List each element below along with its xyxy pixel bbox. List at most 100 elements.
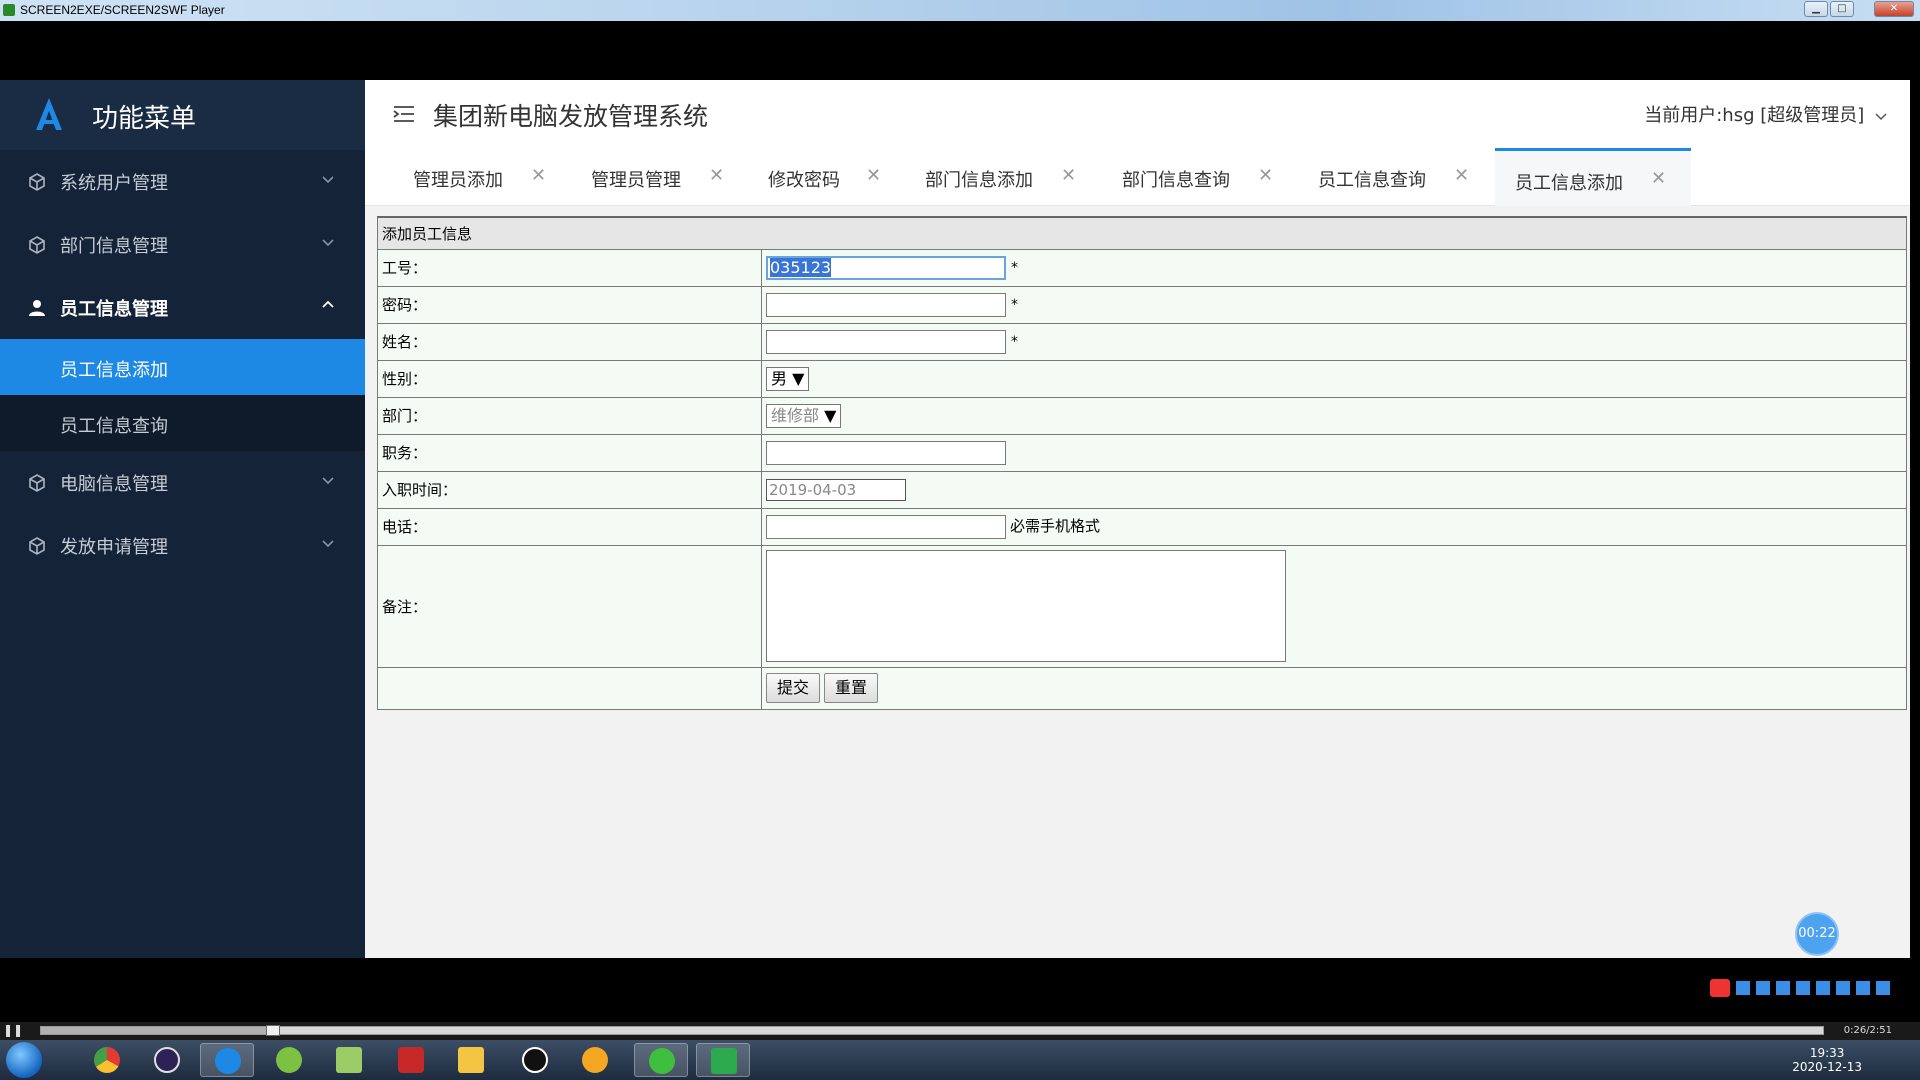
close-icon[interactable]: ✕	[1651, 168, 1666, 189]
name-input[interactable]	[766, 329, 1006, 354]
sidebar-item-computers[interactable]: 电脑信息管理	[0, 451, 365, 514]
audio-taskbar-icon[interactable]	[568, 1043, 622, 1077]
dropdown-arrow-icon: ▼	[824, 405, 837, 425]
tab-admin-manage[interactable]: 管理员管理 ✕	[591, 148, 741, 206]
seek-progress	[41, 1027, 273, 1034]
phone-label: 电话：	[377, 507, 762, 546]
close-icon[interactable]: ✕	[1454, 165, 1469, 186]
close-icon[interactable]: ✕	[531, 165, 546, 186]
chrome-taskbar-icon[interactable]	[80, 1043, 134, 1077]
sidebar-brand: 功能菜单	[0, 80, 365, 150]
sidebar-item-label: 发放申请管理	[60, 537, 168, 558]
sidebar-item-employees[interactable]: 员工信息管理	[0, 276, 365, 339]
seek-thumb[interactable]	[265, 1025, 280, 1036]
required-mark: *	[1011, 297, 1018, 313]
gender-select[interactable]: 男 ▼	[766, 366, 810, 391]
sidebar-brand-title: 功能菜单	[92, 104, 197, 134]
system-clock[interactable]: 19:33 2020-12-13	[1792, 1046, 1862, 1074]
password-input[interactable]	[766, 292, 1006, 317]
clock-time: 19:33	[1809, 1046, 1845, 1060]
wechat-taskbar-icon[interactable]	[634, 1043, 688, 1077]
app-window: 功能菜单 系统用户管理 部门信息管理 员工信息管理 员工信息添加 员工信息查询 …	[0, 80, 1910, 958]
tab-bar: 管理员添加 ✕ 管理员管理 ✕ 修改密码 ✕ 部门信息添加 ✕ 部门信息查询 ✕…	[365, 148, 1910, 206]
seek-bar[interactable]	[40, 1025, 1824, 1036]
start-button[interactable]	[6, 1042, 42, 1078]
tab-label: 员工信息查询	[1318, 170, 1426, 191]
pause-icon[interactable]: ❚❚	[3, 1023, 23, 1037]
form-container: 添加员工信息 工号： 035123 * 密码： * 姓名： * 性别： 男 ▼ …	[377, 216, 1907, 710]
taskbar: 19:33 2020-12-13	[0, 1040, 1920, 1080]
tab-label: 员工信息添加	[1515, 173, 1623, 194]
sidebar-subitem-employee-add[interactable]: 员工信息添加	[0, 339, 365, 395]
player-taskbar-icon[interactable]	[696, 1043, 750, 1077]
chevron-down-icon	[322, 176, 334, 184]
remark-textarea[interactable]	[766, 550, 1286, 662]
position-input[interactable]	[766, 440, 1006, 465]
browser-taskbar-icon[interactable]	[200, 1043, 254, 1077]
phone-hint: 必需手机格式	[1010, 517, 1101, 535]
360-taskbar-icon[interactable]	[262, 1043, 316, 1077]
tab-admin-add[interactable]: 管理员添加 ✕	[413, 148, 583, 206]
chevron-down-icon	[322, 540, 334, 548]
menu-toggle-icon[interactable]	[393, 104, 415, 124]
tab-employee-add[interactable]: 员工信息添加 ✕	[1495, 148, 1691, 206]
sidebar-item-distribution[interactable]: 发放申请管理	[0, 514, 365, 577]
chevron-down-icon	[322, 477, 334, 485]
gender-label: 性别：	[377, 359, 762, 398]
tab-label: 管理员管理	[591, 170, 681, 191]
user-icon	[29, 300, 45, 316]
gender-selected: 男	[771, 368, 788, 388]
name-label: 姓名：	[377, 322, 762, 361]
maximize-button[interactable]: □	[1830, 1, 1854, 17]
sidebar-item-label: 部门信息管理	[60, 236, 168, 257]
dropdown-arrow-icon: ▼	[792, 368, 805, 388]
player-app-icon	[3, 4, 15, 16]
phone-input[interactable]	[766, 514, 1006, 539]
form-heading: 添加员工信息	[377, 216, 1907, 250]
current-user-label: 当前用户:hsg [超级管理员]	[1644, 105, 1865, 126]
close-button[interactable]: ✕	[1874, 1, 1914, 17]
sidebar-subitem-employee-query[interactable]: 员工信息查询	[0, 395, 365, 451]
tab-dept-add[interactable]: 部门信息添加 ✕	[925, 148, 1085, 206]
tab-label: 部门信息添加	[925, 170, 1033, 191]
position-label: 职务：	[377, 433, 762, 472]
hire-date-input[interactable]: 2019-04-03	[766, 478, 906, 501]
qq-taskbar-icon[interactable]	[508, 1043, 562, 1077]
cube-icon	[29, 474, 45, 492]
empty-cell	[377, 666, 762, 710]
close-icon[interactable]: ✕	[1061, 165, 1076, 186]
password-label: 密码：	[377, 285, 762, 324]
department-label: 部门：	[377, 396, 762, 435]
emp-no-input[interactable]: 035123	[766, 255, 1006, 280]
remark-label: 备注：	[377, 544, 762, 668]
close-icon[interactable]: ✕	[866, 165, 881, 186]
minimize-button[interactable]: ▁	[1804, 1, 1828, 17]
tab-change-password[interactable]: 修改密码 ✕	[768, 148, 898, 206]
sidebar-item-departments[interactable]: 部门信息管理	[0, 213, 365, 276]
page-title: 集团新电脑发放管理系统	[433, 102, 709, 131]
sidebar-item-system-users[interactable]: 系统用户管理	[0, 150, 365, 213]
current-user-menu[interactable]: 当前用户:hsg [超级管理员]	[1644, 101, 1888, 127]
department-select[interactable]: 维修部 ▼	[766, 403, 842, 428]
player-titlebar: SCREEN2EXE/SCREEN2SWF Player ▁ □ ✕	[0, 0, 1920, 21]
emp-no-label: 工号：	[377, 248, 762, 287]
employee-form: 添加员工信息 工号： 035123 * 密码： * 姓名： * 性别： 男 ▼ …	[377, 216, 1907, 710]
reset-button[interactable]: 重置	[824, 673, 879, 703]
flash-taskbar-icon[interactable]	[384, 1043, 438, 1077]
chevron-down-icon	[1875, 113, 1887, 121]
notepad-taskbar-icon[interactable]	[322, 1043, 376, 1077]
tab-employee-query[interactable]: 员工信息查询 ✕	[1318, 148, 1478, 206]
sidebar: 功能菜单 系统用户管理 部门信息管理 员工信息管理 员工信息添加 员工信息查询 …	[0, 80, 365, 958]
required-mark: *	[1011, 260, 1018, 276]
close-icon[interactable]: ✕	[709, 165, 724, 186]
player-title: SCREEN2EXE/SCREEN2SWF Player	[20, 3, 225, 17]
timer-badge: 00:22	[1795, 912, 1839, 956]
sidebar-subitem-label: 员工信息查询	[60, 416, 168, 437]
tab-dept-query[interactable]: 部门信息查询 ✕	[1122, 148, 1282, 206]
cube-icon	[29, 173, 45, 191]
folder-taskbar-icon[interactable]	[444, 1043, 498, 1077]
eclipse-taskbar-icon[interactable]	[140, 1043, 194, 1077]
ime-toolbar[interactable]	[1710, 977, 1910, 999]
submit-button[interactable]: 提交	[766, 673, 821, 703]
close-icon[interactable]: ✕	[1258, 165, 1273, 186]
